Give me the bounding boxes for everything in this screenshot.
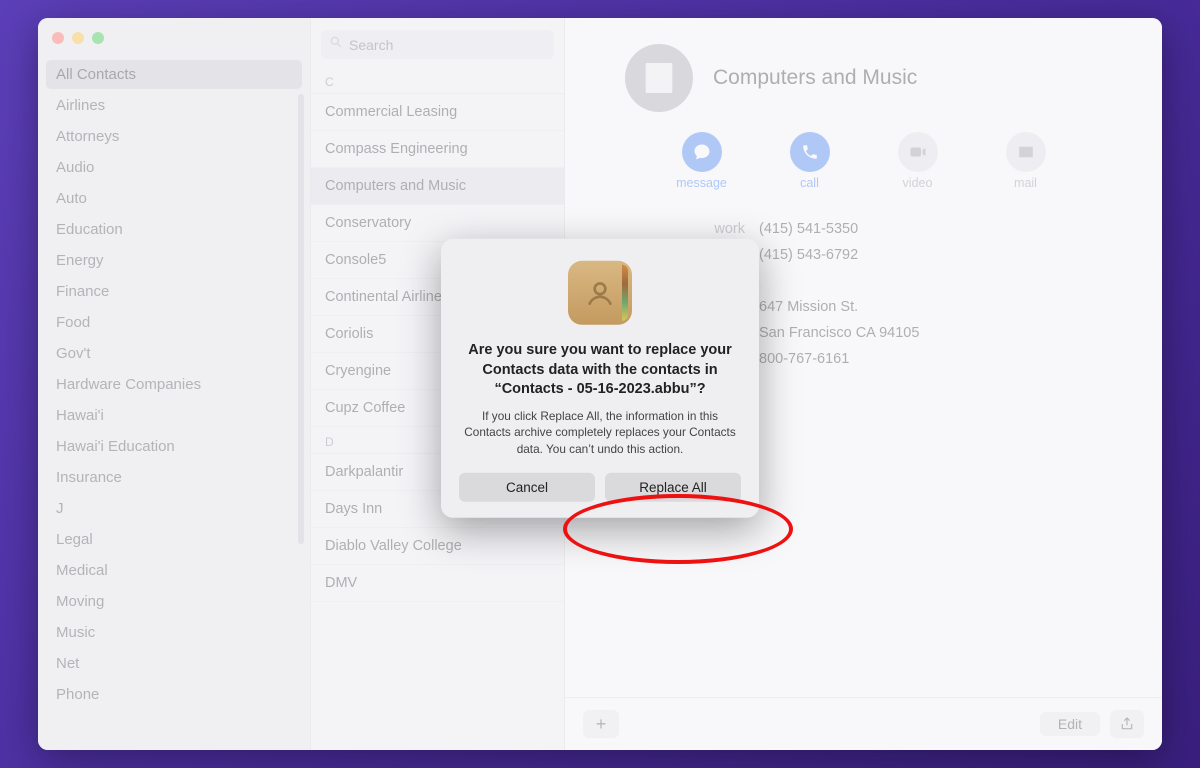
contacts-app-icon (568, 261, 632, 325)
dialog-message: If you click Replace All, the informatio… (459, 407, 741, 457)
cancel-button[interactable]: Cancel (459, 473, 595, 502)
replace-confirm-dialog: Are you sure you want to replace your Co… (441, 239, 759, 518)
contacts-window: All ContactsAirlinesAttorneysAudioAutoEd… (38, 18, 1162, 750)
dialog-title: Are you sure you want to replace your Co… (459, 341, 741, 400)
replace-all-button[interactable]: Replace All (605, 473, 741, 502)
